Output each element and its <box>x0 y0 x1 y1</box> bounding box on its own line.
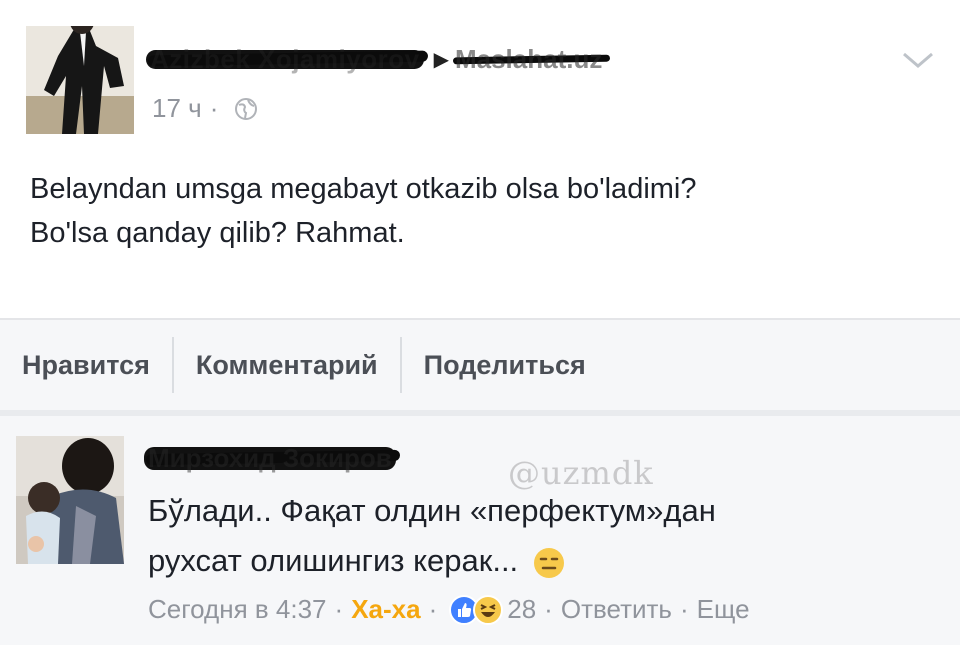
comment-author-name-redacted[interactable]: Мирзохид Зокиров <box>144 443 400 474</box>
meta-separator: · <box>209 93 219 123</box>
chevron-down-icon[interactable] <box>900 48 936 72</box>
post-action-bar: Нравится Комментарий Поделиться <box>0 320 960 410</box>
comment: Мирзохид Зокиров @uzmdk Бўлади.. Фақат о… <box>0 416 960 645</box>
arrow-right-icon: ▶ <box>433 48 449 71</box>
post-text-line: Belayndan umsga megabayt otkazib olsa bo… <box>30 173 697 205</box>
post-author-name-redacted[interactable]: Azizbek Xojamiyorov <box>146 44 428 75</box>
meta-separator: · <box>679 594 689 624</box>
comment-button[interactable]: Комментарий <box>174 337 400 393</box>
comment-text-line: рухсат олишингиз керак... <box>148 543 519 578</box>
comment-text-line-wrap: рухсат олишингиз керак... <box>148 536 948 586</box>
reaction-count[interactable]: 28 <box>507 594 536 625</box>
comment-body: Бўлади.. Фақат олдин «перфектум»дан рухс… <box>148 486 948 586</box>
post-card: Azizbek Xojamiyorov ▶ Maslahat.uz 17 ч ·… <box>0 0 960 318</box>
comment-text-line: Бўлади.. Фақат олдин «перфектум»дан <box>148 493 716 528</box>
laughing-face-reaction-icon <box>473 594 504 625</box>
post-timestamp[interactable]: 17 ч <box>152 93 202 124</box>
like-button[interactable]: Нравится <box>0 337 172 393</box>
reply-link[interactable]: Ответить <box>561 594 672 625</box>
post-meta: 17 ч · <box>152 93 258 124</box>
meta-separator: · <box>544 594 553 624</box>
comment-meta: Сегодня в 4:37 · Ха-ха · 28 · Ответить ·… <box>148 594 750 625</box>
comment-author-avatar[interactable] <box>16 436 124 564</box>
expressionless-face-emoji <box>533 547 564 578</box>
post-body: Belayndan umsga megabayt otkazib olsa bo… <box>30 167 930 255</box>
reaction-icons[interactable] <box>449 594 504 625</box>
comment-author-line: Мирзохид Зокиров <box>144 438 400 478</box>
more-link[interactable]: Еще <box>697 594 750 625</box>
haha-reaction-label[interactable]: Ха-ха <box>351 594 420 625</box>
post-author-line: Azizbek Xojamiyorov ▶ Maslahat.uz <box>146 40 611 78</box>
comment-timestamp[interactable]: Сегодня в 4:37 <box>148 594 327 625</box>
group-name-redacted[interactable]: Maslahat.uz <box>452 44 611 75</box>
meta-separator: · <box>428 594 438 624</box>
comment-author-name[interactable]: Мирзохид Зокиров <box>148 443 392 473</box>
globe-icon <box>235 97 258 120</box>
group-name[interactable]: Maslahat.uz <box>455 44 602 74</box>
post-author-avatar[interactable] <box>26 26 134 134</box>
post-author-name[interactable]: Azizbek Xojamiyorov <box>150 44 420 74</box>
meta-separator: · <box>334 594 344 624</box>
share-button[interactable]: Поделиться <box>402 337 608 393</box>
post-text-line: Bo'lsa qanday qilib? Rahmat. <box>30 217 405 249</box>
